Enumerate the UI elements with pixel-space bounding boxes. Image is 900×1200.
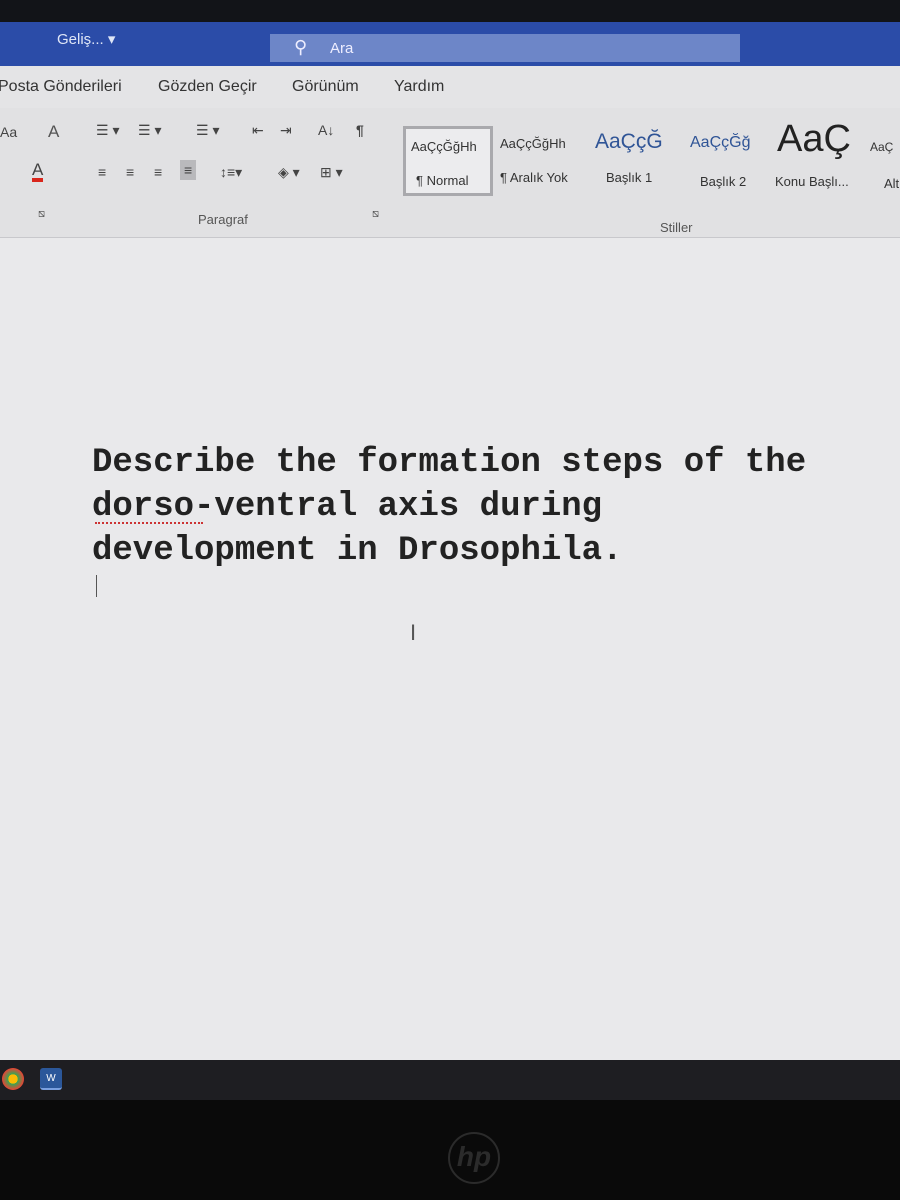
justify-icon[interactable]: ≡	[180, 160, 197, 180]
numbering-icon[interactable]: ☰ ▾	[138, 122, 161, 139]
style-name: ¶ Normal	[416, 173, 469, 188]
align-right-icon[interactable]: ≡	[154, 164, 162, 180]
increase-indent-icon[interactable]: ⇥	[280, 122, 292, 139]
sort-icon[interactable]: A↓	[318, 122, 334, 138]
borders-icon[interactable]: ⊞ ▾	[320, 164, 343, 181]
ribbon: Aa A A ☰ ▾ ☰ ▾ ☰ ▾ ⇤ ⇥ A↓ ¶ ≡ ≡ ≡ ≡ ↕≡▾ …	[0, 108, 900, 238]
search-icon: ⚲	[294, 37, 308, 57]
taskbar: W	[0, 1060, 900, 1100]
style-preview: AaÇçĞğHh	[411, 139, 477, 154]
style-name: Başlık 1	[606, 170, 653, 185]
style-preview: AaÇçĞğ	[690, 134, 751, 151]
search-placeholder: Ara	[330, 40, 354, 57]
document-line: development in Drosophila.	[92, 532, 623, 570]
document-page[interactable]: Describe the formation steps of the dors…	[0, 238, 900, 1060]
style-title[interactable]: AaÇ Konu Başlı...	[773, 118, 863, 196]
ribbon-tabs: Posta Gönderileri Gözden Geçir Görünüm Y…	[0, 66, 900, 108]
title-bar: Geliş... ▾ ⚲ Ara	[0, 22, 900, 66]
chrome-icon[interactable]	[2, 1068, 24, 1090]
style-heading-1[interactable]: AaÇçĞ Başlık 1	[593, 126, 683, 196]
style-subtitle[interactable]: AaÇ Alt	[868, 126, 900, 196]
style-preview: AaÇçĞ	[595, 130, 663, 153]
multilevel-list-icon[interactable]: ☰ ▾	[196, 122, 219, 139]
style-name: Alt	[884, 176, 900, 191]
tab-review[interactable]: Gözden Geçir	[158, 78, 257, 96]
align-left-icon[interactable]: ≡	[98, 164, 106, 180]
tab-help[interactable]: Yardım	[394, 78, 444, 96]
shading-icon[interactable]: ◈ ▾	[278, 164, 300, 181]
hp-logo: hp	[448, 1132, 500, 1184]
tab-view[interactable]: Görünüm	[292, 78, 359, 96]
word-taskbar-icon[interactable]: W	[40, 1068, 62, 1090]
clear-formatting-icon[interactable]: A	[48, 122, 59, 142]
bullets-icon[interactable]: ☰ ▾	[96, 122, 119, 139]
font-dialog-launcher-icon[interactable]: ⧅	[38, 208, 45, 221]
style-no-spacing[interactable]: AaÇçĞğHh ¶ Aralık Yok	[498, 126, 588, 196]
decrease-indent-icon[interactable]: ⇤	[252, 122, 264, 139]
style-name: Başlık 2	[700, 174, 747, 189]
align-center-icon[interactable]: ≡	[126, 164, 134, 180]
line-spacing-icon[interactable]: ↕≡▾	[220, 164, 242, 181]
document-name-button[interactable]: Geliş... ▾	[57, 30, 115, 48]
paragraph-dialog-launcher-icon[interactable]: ⧅	[372, 208, 379, 221]
styles-gallery: AaÇçĞğHh ¶ Normal AaÇçĞğHh ¶ Aralık Yok Aa…	[403, 118, 900, 196]
spelling-underline	[95, 521, 203, 524]
style-preview: AaÇ	[777, 118, 851, 160]
styles-group-label: Stiller	[660, 220, 693, 235]
style-heading-2[interactable]: AaÇçĞğ Başlık 2	[688, 126, 773, 196]
ibeam-cursor-icon: I	[410, 620, 417, 645]
style-normal[interactable]: AaÇçĞğHh ¶ Normal	[403, 126, 493, 196]
style-name: Konu Başlı...	[775, 174, 849, 189]
document-line: Describe the formation steps of the	[92, 444, 807, 482]
search-box[interactable]: ⚲ Ara	[270, 34, 740, 62]
style-preview: AaÇçĞğHh	[500, 136, 566, 151]
document-name: Geliş...	[57, 31, 104, 48]
screen-top-edge	[0, 0, 900, 22]
change-case-button[interactable]: Aa	[0, 124, 17, 140]
pilcrow-icon[interactable]: ¶	[356, 122, 364, 138]
style-name: ¶ Aralık Yok	[500, 170, 568, 185]
font-color-button[interactable]: A	[32, 161, 44, 182]
chevron-down-icon: ▾	[107, 31, 116, 48]
tab-mailings[interactable]: Posta Gönderileri	[0, 78, 122, 96]
style-preview: AaÇ	[870, 140, 894, 154]
paragraph-group-label: Paragraf	[198, 212, 248, 227]
text-caret	[96, 575, 97, 597]
